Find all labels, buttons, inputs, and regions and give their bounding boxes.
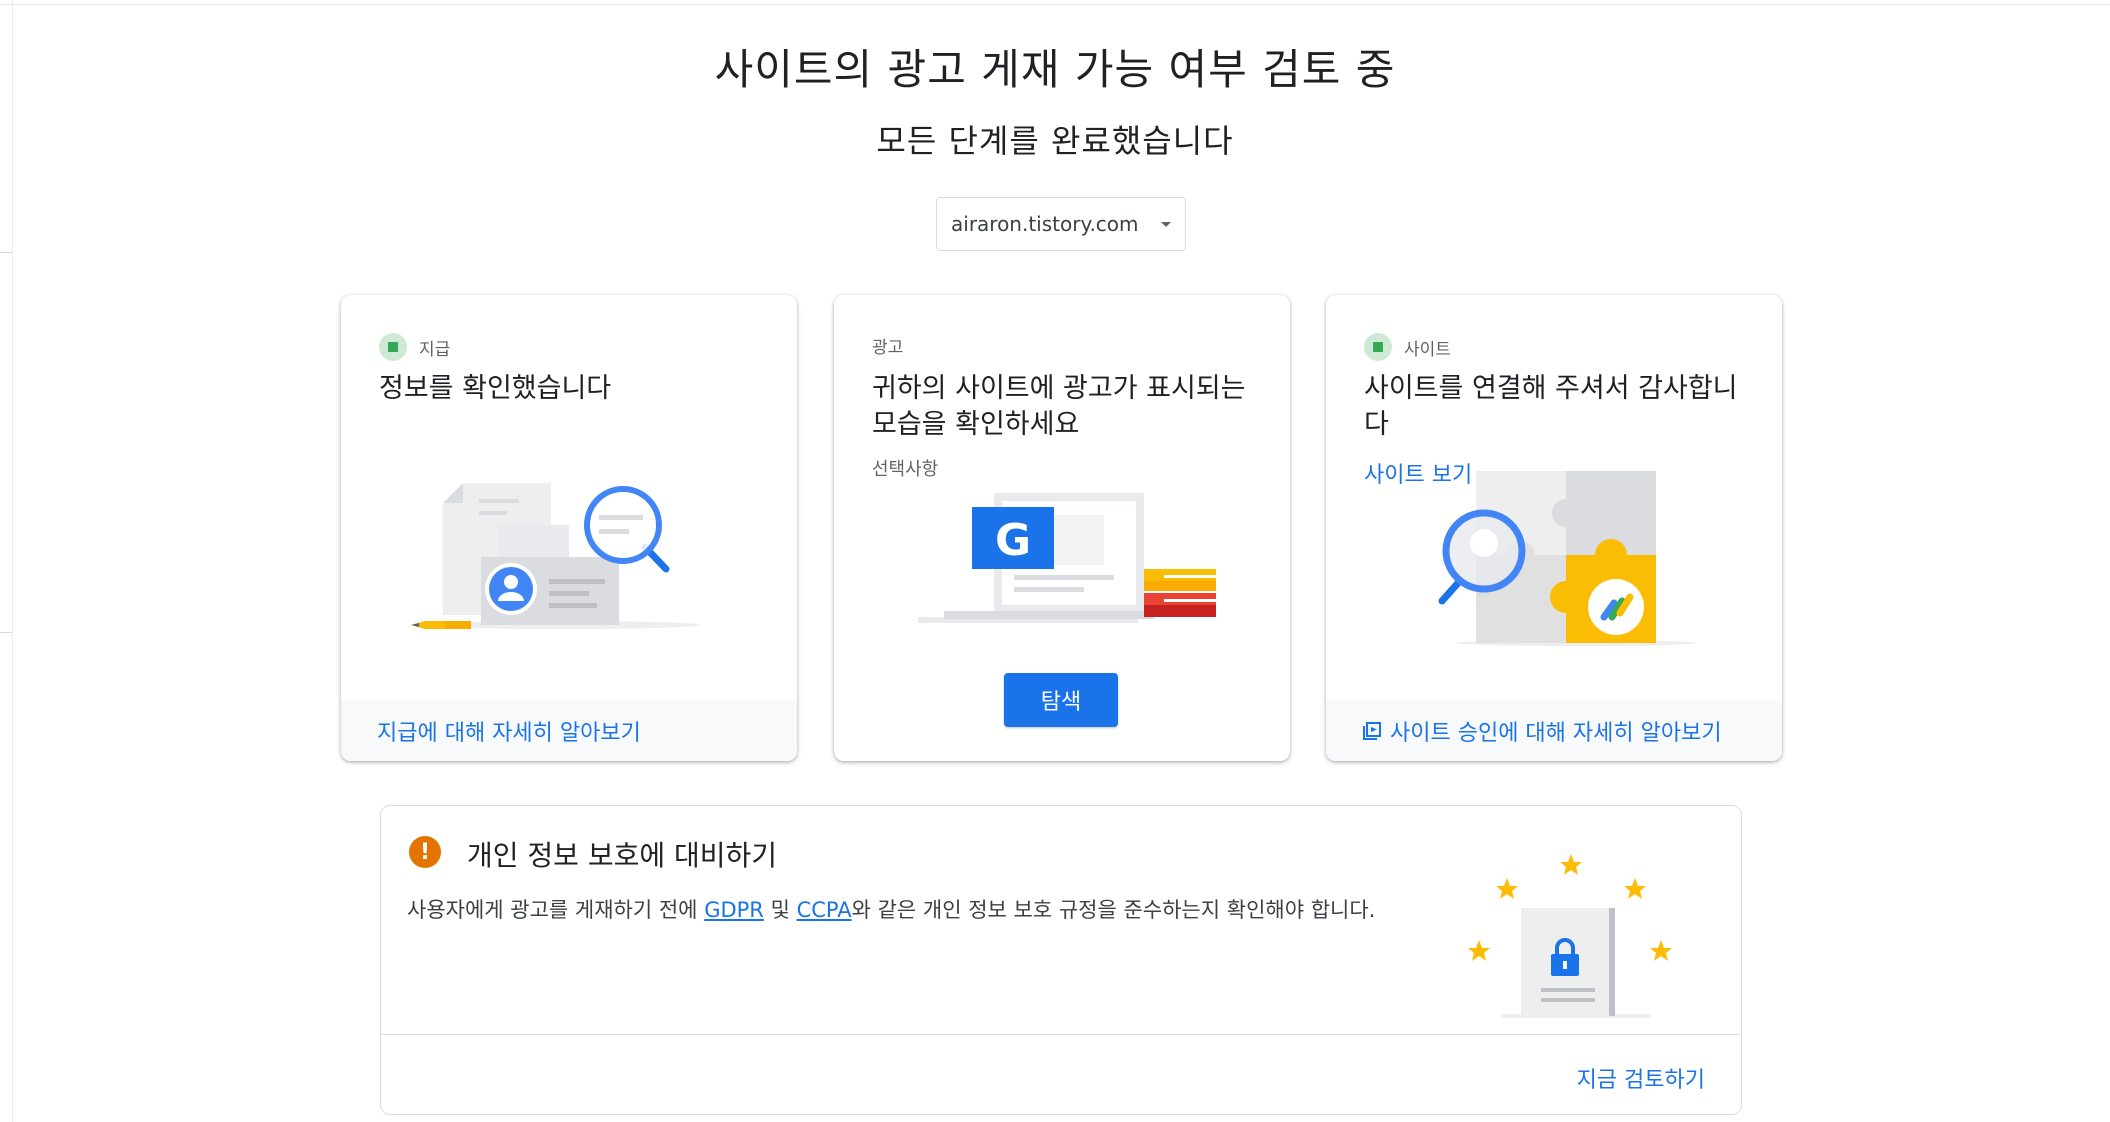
caret-down-icon [1161, 221, 1171, 227]
ads-preview-illustration: G [918, 493, 1216, 623]
payments-card-title: 정보를 확인했습니다 [379, 373, 612, 404]
payments-tag-label: 지급 [419, 339, 451, 360]
privacy-title: 개인 정보 보호에 대비하기 [467, 839, 778, 872]
explore-button[interactable]: 탐색 [1004, 673, 1118, 727]
privacy-divider [381, 1034, 1741, 1035]
ads-tag-label: 광고 [872, 338, 904, 358]
privacy-panel: ! 개인 정보 보호에 대비하기 사용자에게 광고를 게재하기 전에 GDPR … [380, 805, 1742, 1115]
ads-card: 광고 귀하의 사이트에 광고가 표시되는 모습을 확인하세요 선택사항 G 탐색 [834, 295, 1290, 761]
payments-tag: 지급 [379, 333, 450, 361]
sites-card: 사이트 사이트를 연결해 주셔서 감사합니다 사이트 보기 사이트 승인에 대해… [1326, 295, 1782, 761]
left-border [12, 0, 13, 1122]
site-connect-illustration [1438, 471, 1696, 646]
open-in-new-icon [1363, 722, 1381, 740]
review-now-link[interactable]: 지금 검토하기 [1577, 1062, 1705, 1094]
payments-learn-more-link[interactable]: 지급에 대해 자세히 알아보기 [341, 701, 797, 761]
optional-label: 선택사항 [872, 459, 939, 480]
ads-card-title: 귀하의 사이트에 광고가 표시되는 모습을 확인하세요 [872, 373, 1246, 440]
status-complete-icon [1364, 333, 1392, 361]
privacy-description: 사용자에게 광고를 게재하기 전에 GDPR 및 CCPA와 같은 개인 정보 … [407, 894, 1375, 924]
sites-tag-label: 사이트 [1404, 339, 1451, 360]
site-approval-learn-more-label: 사이트 승인에 대해 자세히 알아보기 [1390, 721, 1722, 746]
gdpr-link[interactable]: GDPR [704, 898, 764, 922]
left-divider-tick [0, 252, 12, 253]
sites-card-title: 사이트를 연결해 주셔서 감사합니다 [1364, 373, 1738, 440]
page-subtitle: 모든 단계를 완료했습니다 [876, 122, 1234, 160]
site-selector[interactable]: airaron.tistory.com [936, 197, 1186, 251]
privacy-text-start: 사용자에게 광고를 게재하기 전에 [407, 898, 705, 922]
ccpa-link[interactable]: CCPA [797, 898, 852, 922]
privacy-illustration [1468, 854, 1672, 1018]
status-complete-icon [379, 333, 407, 361]
page-title: 사이트의 광고 게재 가능 여부 검토 중 [714, 45, 1396, 94]
left-divider-tick [0, 632, 12, 633]
sites-tag: 사이트 [1364, 333, 1451, 361]
privacy-text-middle: 및 [763, 898, 797, 922]
top-border [0, 4, 2110, 5]
privacy-text-end: 와 같은 개인 정보 보호 규정을 준수하는지 확인해야 합니다. [851, 898, 1376, 922]
site-approval-learn-more-link[interactable]: 사이트 승인에 대해 자세히 알아보기 [1326, 701, 1782, 761]
payments-illustration [411, 483, 701, 629]
site-selector-value: airaron.tistory.com [951, 212, 1139, 236]
payments-card: 지급 정보를 확인했습니다 지급에 대해 자세히 알아보기 [341, 295, 797, 761]
ads-tag: 광고 [872, 333, 903, 358]
svg-text:G: G [995, 515, 1031, 566]
warning-icon: ! [409, 836, 441, 868]
